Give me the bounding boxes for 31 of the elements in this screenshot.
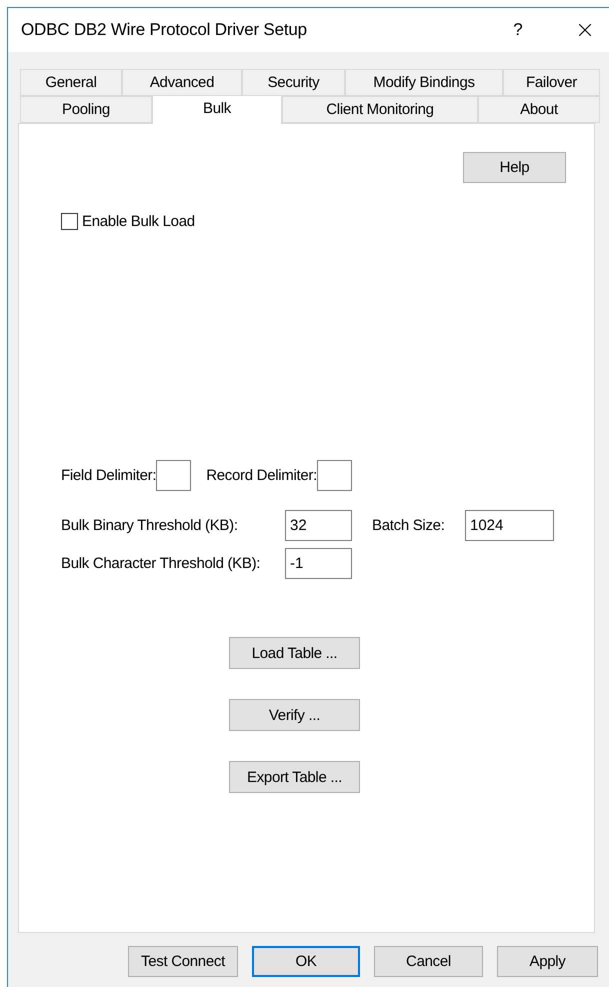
dialog-button[interactable]: Apply	[497, 946, 598, 977]
tab[interactable]: General	[20, 69, 122, 96]
field-label: Field Delimiter:	[61, 467, 156, 484]
input-field[interactable]: -1	[285, 548, 352, 579]
action-button[interactable]: Load Table ...	[229, 637, 360, 669]
window-title: ODBC DB2 Wire Protocol Driver Setup	[21, 20, 308, 40]
field-label: Bulk Binary Threshold (KB):	[61, 517, 239, 534]
tab[interactable]: Bulk	[152, 95, 282, 124]
tab[interactable]: Failover	[503, 69, 600, 96]
dialog-button[interactable]: OK	[252, 946, 360, 977]
field-label: Record Delimiter:	[206, 467, 317, 484]
dialog-button[interactable]: Test Connect	[128, 946, 238, 977]
action-button[interactable]: Verify ...	[229, 699, 360, 731]
field-label: Bulk Character Threshold (KB):	[61, 555, 262, 572]
tab[interactable]: Security	[242, 69, 345, 96]
help-button[interactable]: Help	[463, 152, 566, 183]
help-button[interactable]: ?	[506, 20, 530, 40]
checkbox[interactable]	[61, 213, 78, 230]
tab[interactable]: Modify Bindings	[345, 69, 503, 96]
input-field[interactable]: 1024	[465, 510, 554, 541]
field-label: Batch Size:	[372, 517, 446, 534]
action-button[interactable]: Export Table ...	[229, 761, 360, 793]
input-field[interactable]	[156, 460, 192, 491]
checkbox-label: Enable Bulk Load	[82, 213, 195, 230]
tab[interactable]: Pooling	[20, 96, 152, 123]
dialog-button[interactable]: Cancel	[374, 946, 483, 977]
input-field[interactable]: 32	[285, 510, 352, 541]
tab[interactable]: About	[478, 96, 600, 123]
tab[interactable]: Advanced	[122, 69, 242, 96]
input-field[interactable]	[317, 460, 352, 491]
tab[interactable]: Client Monitoring	[282, 96, 478, 123]
